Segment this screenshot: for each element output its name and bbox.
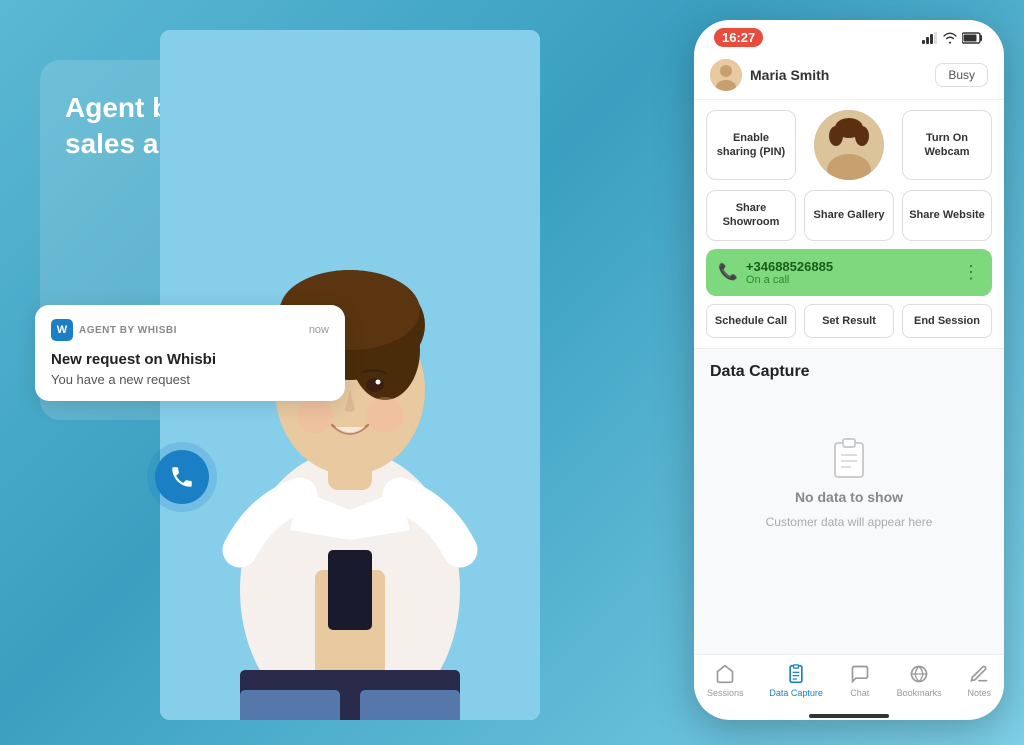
no-data-title: No data to show [795,489,903,505]
avatar-svg [710,59,742,91]
grid-avatar-container [804,110,894,180]
status-time: 16:27 [714,28,763,47]
call-banner: 📞 +34688526885 On a call ⋮ [706,249,992,296]
wifi-icon [942,32,958,44]
action-row2: Share Showroom Share Gallery Share Websi… [694,190,1004,249]
main-container: Agent by Whisbi sales app [0,0,1024,745]
center-avatar [814,110,884,180]
call-phone-icon: 📞 [718,262,738,282]
status-bar: 16:27 [694,20,1004,51]
nav-item-sessions[interactable]: Sessions [707,663,744,698]
share-gallery-button[interactable]: Share Gallery [804,190,894,241]
no-data-subtitle: Customer data will appear here [766,515,933,529]
no-data-container: No data to show Customer data will appea… [710,401,988,559]
call-info: 📞 +34688526885 On a call [718,259,833,286]
phone-call-icon[interactable] [155,450,209,504]
enable-sharing-button[interactable]: Enable sharing (PIN) [706,110,796,180]
notes-nav-label: Notes [968,688,992,698]
battery-icon [962,32,984,44]
center-avatar-svg [814,110,884,180]
agent-name: Maria Smith [750,67,829,83]
avatar [710,59,742,91]
call-details: +34688526885 On a call [746,259,833,286]
data-capture-nav-label: Data Capture [769,688,823,698]
notification-card: W AGENT BY WHISBI now New request on Whi… [35,305,345,401]
call-number: +34688526885 [746,259,833,274]
nav-item-chat[interactable]: Chat [849,663,871,698]
data-capture-title: Data Capture [710,363,988,381]
signal-icon [922,32,938,44]
nav-item-data-capture[interactable]: Data Capture [769,663,823,698]
phone-icon-svg [169,464,195,490]
action-grid: Enable sharing (PIN) Turn On Webcam [694,100,1004,190]
notification-header: W AGENT BY WHISBI now [51,319,329,341]
chat-nav-icon [849,663,871,685]
set-result-button[interactable]: Set Result [804,304,894,338]
data-capture-nav-icon [785,663,807,685]
session-buttons-row: Schedule Call Set Result End Session [694,304,1004,348]
agent-info: Maria Smith [710,59,829,91]
data-capture-section: Data Capture No data to show Customer da… [694,348,1004,654]
call-status: On a call [746,274,833,286]
bottom-indicator [809,714,889,718]
bottom-nav: Sessions Data Capture [694,654,1004,710]
call-menu-dots-icon[interactable]: ⋮ [962,262,980,283]
nav-item-notes[interactable]: Notes [968,663,992,698]
notification-brand: W AGENT BY WHISBI [51,319,177,341]
phone-header: Maria Smith Busy [694,51,1004,100]
notification-time: now [309,324,329,336]
notes-nav-icon [968,663,990,685]
notification-brand-text: AGENT BY WHISBI [79,325,177,336]
busy-badge: Busy [935,63,988,87]
schedule-call-button[interactable]: Schedule Call [706,304,796,338]
end-session-button[interactable]: End Session [902,304,992,338]
status-icons [922,32,984,44]
bookmarks-nav-label: Bookmarks [897,688,942,698]
phone-frame: 16:27 [694,20,1004,720]
share-website-button[interactable]: Share Website [902,190,992,241]
notification-body: You have a new request [51,372,329,387]
notification-title: New request on Whisbi [51,351,329,368]
whisbi-logo-icon: W [51,319,73,341]
chat-nav-label: Chat [850,688,869,698]
sessions-nav-label: Sessions [707,688,744,698]
share-showroom-button[interactable]: Share Showroom [706,190,796,241]
turn-on-webcam-button[interactable]: Turn On Webcam [902,110,992,180]
bookmarks-nav-icon [908,663,930,685]
nav-item-bookmarks[interactable]: Bookmarks [897,663,942,698]
sessions-icon [714,663,736,685]
clipboard-icon [825,431,873,479]
